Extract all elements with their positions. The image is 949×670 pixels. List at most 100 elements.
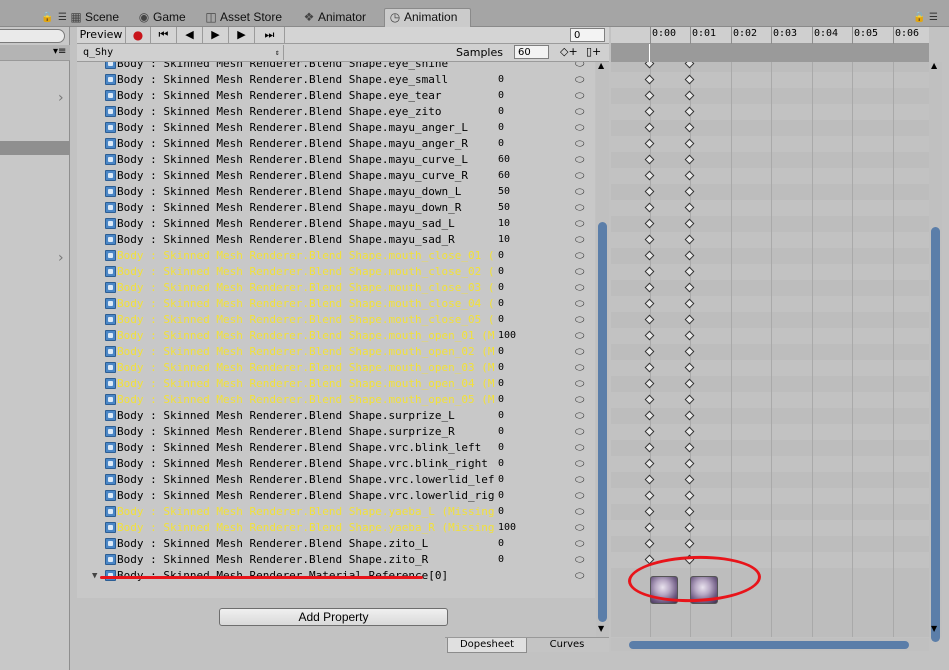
clip-select-dropdown[interactable]: q_Shy ⇕ xyxy=(79,45,284,60)
lock-icon-right[interactable]: 🔒 xyxy=(913,12,925,23)
property-row[interactable]: Body : Skinned Mesh Renderer.Blend Shape… xyxy=(77,200,595,216)
property-row[interactable]: Body : Skinned Mesh Renderer.Blend Shape… xyxy=(77,62,595,72)
property-row[interactable]: Body : Skinned Mesh Renderer.Blend Shape… xyxy=(77,536,595,552)
keyframe-toggle-icon[interactable]: ⬭ xyxy=(575,120,584,136)
keyframe-toggle-icon[interactable]: ⬭ xyxy=(575,280,584,296)
keyframe-toggle-icon[interactable]: ⬭ xyxy=(575,536,584,552)
keyframe-toggle-icon[interactable]: ⬭ xyxy=(575,408,584,424)
add-event-icon[interactable]: ▯+ xyxy=(586,45,601,58)
tab-game[interactable]: ◉ Game xyxy=(134,9,196,27)
add-property-button[interactable]: Add Property xyxy=(219,608,448,626)
property-value[interactable]: 0 xyxy=(498,376,504,392)
property-row[interactable]: Body : Skinned Mesh Renderer.Blend Shape… xyxy=(77,456,595,472)
property-row[interactable]: Body : Skinned Mesh Renderer.Blend Shape… xyxy=(77,488,595,504)
property-row[interactable]: Body : Skinned Mesh Renderer.Blend Shape… xyxy=(77,376,595,392)
property-value[interactable]: 50 xyxy=(498,200,510,216)
property-value[interactable]: 0 xyxy=(498,296,504,312)
property-value[interactable]: 0 xyxy=(498,472,504,488)
keyframe-toggle-icon[interactable]: ⬭ xyxy=(575,440,584,456)
keyframe-toggle-icon[interactable]: ⬭ xyxy=(575,88,584,104)
property-row[interactable]: Body : Skinned Mesh Renderer.Blend Shape… xyxy=(77,216,595,232)
samples-input[interactable]: 60 xyxy=(514,45,549,59)
keyframe-toggle-icon[interactable]: ⬭ xyxy=(575,296,584,312)
property-row[interactable]: Body : Skinned Mesh Renderer.Blend Shape… xyxy=(77,88,595,104)
property-value[interactable]: 60 xyxy=(498,152,510,168)
keyframe-toggle-icon[interactable]: ⬭ xyxy=(575,136,584,152)
property-row[interactable]: Body : Skinned Mesh Renderer.Blend Shape… xyxy=(77,408,595,424)
property-value[interactable]: 10 xyxy=(498,216,510,232)
property-value[interactable]: 0 xyxy=(498,408,504,424)
property-value[interactable]: 0 xyxy=(498,440,504,456)
tab-scene[interactable]: ▦ Scene xyxy=(66,9,126,27)
lock-icon[interactable]: 🔒 xyxy=(41,12,53,23)
hierarchy-search-input[interactable] xyxy=(0,29,65,43)
property-value[interactable]: 60 xyxy=(498,168,510,184)
property-row[interactable]: Body : Skinned Mesh Renderer.Blend Shape… xyxy=(77,424,595,440)
property-row[interactable]: Body : Skinned Mesh Renderer.Blend Shape… xyxy=(77,520,595,536)
dropdown-menu-icon[interactable]: ▾≡ xyxy=(53,46,66,57)
property-row[interactable]: Body : Skinned Mesh Renderer.Blend Shape… xyxy=(77,440,595,456)
property-value[interactable]: 0 xyxy=(498,344,504,360)
property-row[interactable]: Body : Skinned Mesh Renderer.Blend Shape… xyxy=(77,312,595,328)
property-row[interactable]: Body : Skinned Mesh Renderer.Blend Shape… xyxy=(77,280,595,296)
dopesheet-scrollbar[interactable]: ▲ ▼ xyxy=(929,61,942,642)
timeline-horizontal-scrollbar[interactable] xyxy=(611,638,929,651)
keyframe-toggle-icon[interactable]: ⬭ xyxy=(575,392,584,408)
property-row[interactable]: Body : Skinned Mesh Renderer.Blend Shape… xyxy=(77,552,595,568)
keyframe-toggle-icon[interactable]: ⬭ xyxy=(575,232,584,248)
keyframe-toggle-icon[interactable]: ⬭ xyxy=(575,152,584,168)
keyframe-toggle-icon[interactable]: ⬭ xyxy=(575,104,584,120)
property-value[interactable]: 10 xyxy=(498,232,510,248)
frame-input[interactable]: 0 xyxy=(570,28,605,42)
previous-keyframe-button[interactable]: ◀​ xyxy=(177,27,203,44)
property-row[interactable]: Body : Skinned Mesh Renderer.Blend Shape… xyxy=(77,184,595,200)
property-value[interactable]: 0 xyxy=(498,552,504,568)
keyframe-toggle-icon[interactable]: ⬭ xyxy=(575,248,584,264)
property-row[interactable]: Body : Skinned Mesh Renderer.Blend Shape… xyxy=(77,392,595,408)
record-button[interactable]: ● xyxy=(126,27,151,44)
scroll-up-icon[interactable]: ▲ xyxy=(931,61,937,70)
property-row[interactable]: Body : Skinned Mesh Renderer.Blend Shape… xyxy=(77,360,595,376)
keyframe-toggle-icon[interactable]: ⬭ xyxy=(575,520,584,536)
property-row[interactable]: Body : Skinned Mesh Renderer.Blend Shape… xyxy=(77,264,595,280)
property-value[interactable]: 50 xyxy=(498,184,510,200)
preview-button[interactable]: Preview xyxy=(77,27,126,44)
panel-menu-icon-right[interactable]: ☰ xyxy=(929,12,938,23)
property-value[interactable]: 0 xyxy=(498,136,504,152)
keyframe-toggle-icon[interactable]: ⬭ xyxy=(575,376,584,392)
scrollbar-thumb[interactable] xyxy=(629,641,909,649)
play-button[interactable]: ▶ xyxy=(203,27,229,44)
keyframe-toggle-icon[interactable]: ⬭ xyxy=(575,200,584,216)
keyframe-toggle-icon[interactable]: ⬭ xyxy=(575,184,584,200)
keyframe-toggle-icon[interactable]: ⬭ xyxy=(575,216,584,232)
dopesheet-area[interactable] xyxy=(611,62,929,637)
keyframe-toggle-icon[interactable]: ⬭ xyxy=(575,72,584,88)
property-value[interactable]: 0 xyxy=(498,392,504,408)
chevron-right-icon[interactable]: › xyxy=(58,90,64,106)
property-row[interactable]: Body : Skinned Mesh Renderer.Blend Shape… xyxy=(77,136,595,152)
property-value[interactable]: 100 xyxy=(498,328,516,344)
keyframe-toggle-icon[interactable]: ⬭ xyxy=(575,552,584,568)
keyframe-toggle-icon[interactable]: ⬭ xyxy=(575,312,584,328)
keyframe-toggle-icon[interactable]: ⬭ xyxy=(575,62,584,72)
property-row[interactable]: Body : Skinned Mesh Renderer.Blend Shape… xyxy=(77,104,595,120)
property-row[interactable]: Body : Skinned Mesh Renderer.Blend Shape… xyxy=(77,344,595,360)
scroll-down-icon[interactable]: ▼ xyxy=(931,624,937,633)
property-row[interactable]: Body : Skinned Mesh Renderer.Blend Shape… xyxy=(77,168,595,184)
property-value[interactable]: 100 xyxy=(498,520,516,536)
keyframe-toggle-icon[interactable]: ⬭ xyxy=(575,568,584,584)
scrollbar-thumb[interactable] xyxy=(931,227,940,642)
first-keyframe-button[interactable]: ⏮ xyxy=(151,27,177,44)
chevron-right-icon[interactable]: › xyxy=(58,250,64,266)
scroll-up-icon[interactable]: ▲ xyxy=(598,61,604,70)
property-value[interactable]: 0 xyxy=(498,88,504,104)
property-value[interactable]: 0 xyxy=(498,248,504,264)
keyframe-toggle-icon[interactable]: ⬭ xyxy=(575,456,584,472)
scroll-down-icon[interactable]: ▼ xyxy=(598,624,604,633)
property-value[interactable]: 0 xyxy=(498,120,504,136)
keyframe-toggle-icon[interactable]: ⬭ xyxy=(575,472,584,488)
keyframe-toggle-icon[interactable]: ⬭ xyxy=(575,344,584,360)
property-value[interactable]: 0 xyxy=(498,104,504,120)
tab-animation[interactable]: ◷ Animation xyxy=(384,8,471,27)
property-value[interactable]: 0 xyxy=(498,264,504,280)
